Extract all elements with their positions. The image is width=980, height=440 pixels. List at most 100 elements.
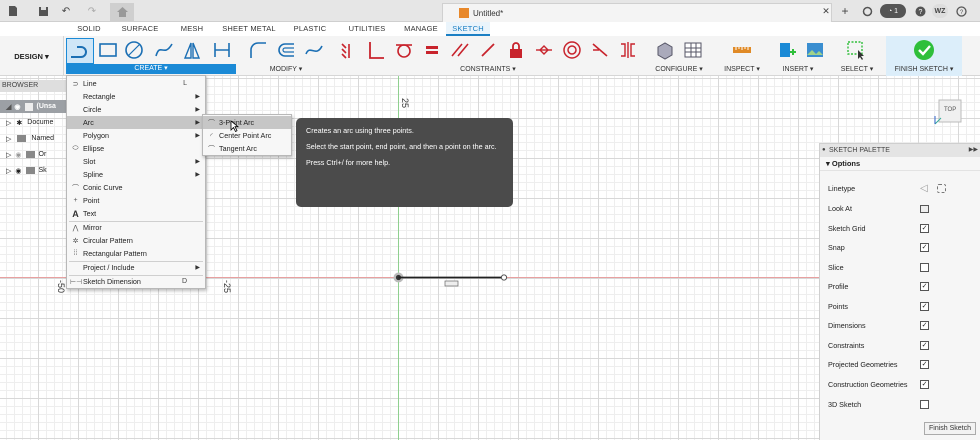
tab-sketch[interactable]: SKETCH	[446, 22, 490, 36]
collinear-constraint-button[interactable]	[590, 40, 610, 60]
construction-geometries-checkbox[interactable]: ✓	[920, 380, 929, 389]
browser-item-root[interactable]: ◢ ◉ (Unsa	[0, 100, 66, 113]
insert-dropdown[interactable]: INSERT ▾	[774, 65, 822, 73]
tab-surface[interactable]: SURFACE	[112, 22, 168, 36]
expand-icon[interactable]: ▷	[6, 135, 11, 143]
notifications-badge[interactable]: ◔ 1	[880, 4, 906, 18]
projected-geometries-checkbox[interactable]: ✓	[920, 360, 929, 369]
menu-item-project-include[interactable]: Project / Include ▶	[67, 261, 205, 274]
configure-button[interactable]	[655, 40, 675, 60]
points-checkbox[interactable]: ✓	[920, 302, 929, 311]
menu-item-polygon[interactable]: Polygon ▶	[67, 129, 205, 142]
3d-sketch-checkbox[interactable]	[920, 400, 929, 409]
menu-item-point[interactable]: + Point	[67, 194, 205, 207]
menu-item-ellipse[interactable]: ⬭ Ellipse	[67, 142, 205, 155]
expand-icon[interactable]: ▷	[6, 119, 11, 127]
configure-dropdown[interactable]: CONFIGURE ▾	[650, 65, 708, 73]
collapse-icon[interactable]: ●	[822, 144, 826, 157]
palette-finish-sketch-button[interactable]: Finish Sketch	[924, 422, 976, 435]
menu-item-circle[interactable]: Circle ▶	[67, 103, 205, 116]
tab-utilities[interactable]: UTILITIES	[338, 22, 396, 36]
menu-item-rectangular-pattern[interactable]: ⁞⁞ Rectangular Pattern	[67, 247, 205, 260]
dimensions-checkbox[interactable]: ✓	[920, 321, 929, 330]
options-section[interactable]: ▾ Options	[820, 157, 980, 171]
concentric-constraint-button[interactable]	[562, 40, 582, 60]
help-circle-icon[interactable]: ?	[954, 4, 968, 18]
constraints-dropdown[interactable]: CONSTRAINTS ▾	[450, 65, 526, 73]
menu-item-sketch-dimension[interactable]: ⊢⊣ Sketch Dimension D	[67, 275, 205, 288]
slice-checkbox[interactable]	[920, 263, 929, 272]
insert-derive-button[interactable]	[777, 40, 797, 60]
save-icon[interactable]	[36, 4, 50, 18]
select-dropdown[interactable]: SELECT ▾	[834, 65, 880, 73]
rectangle-tool-button[interactable]	[98, 40, 118, 60]
tab-plastic[interactable]: PLASTIC	[282, 22, 338, 36]
expand-icon[interactable]: ◢	[6, 103, 11, 111]
tab-solid[interactable]: SOLID	[66, 22, 112, 36]
user-avatar[interactable]: WZ	[932, 4, 948, 18]
tab-manage[interactable]: MANAGE	[396, 22, 446, 36]
browser-item-named-views[interactable]: ▷ Named	[0, 132, 66, 145]
home-icon[interactable]	[110, 3, 134, 21]
redo-icon[interactable]: ↷	[84, 4, 100, 18]
menu-item-spline[interactable]: Spline ▶	[67, 168, 205, 181]
horizontal-vertical-constraint-button[interactable]	[478, 40, 498, 60]
file-menu-icon[interactable]	[6, 4, 20, 18]
menu-item-line[interactable]: ⊃ Line L	[67, 77, 205, 90]
create-dropdown[interactable]: CREATE ▾	[66, 64, 236, 74]
section-collapse-icon[interactable]: ▾	[826, 159, 830, 168]
help-icon[interactable]: ?	[914, 4, 926, 18]
symmetry-constraint-button[interactable]	[618, 40, 638, 60]
centerline-linetype-icon[interactable]	[937, 184, 946, 193]
fix-constraint-button[interactable]	[506, 40, 526, 60]
eye-icon[interactable]: ◉	[15, 167, 21, 175]
construction-linetype-icon[interactable]: ◁	[920, 183, 928, 194]
mirror-tool-button[interactable]	[182, 40, 202, 60]
expand-panel-icon[interactable]: ▶▶	[969, 144, 978, 157]
insert-image-button[interactable]	[805, 40, 825, 60]
expand-icon[interactable]: ▷	[6, 151, 11, 159]
menu-item-conic-curve[interactable]: ⌒ Conic Curve	[67, 181, 205, 194]
perpendicular-constraint-button[interactable]	[366, 40, 386, 60]
select-button[interactable]	[846, 40, 866, 60]
calendar-look-at-icon[interactable]	[920, 204, 929, 213]
trim-tool-button[interactable]	[304, 40, 324, 60]
menu-item-arc[interactable]: Arc ▶	[67, 116, 205, 129]
job-status-icon[interactable]	[860, 4, 874, 18]
offset-tool-button[interactable]	[276, 40, 296, 60]
parallel-constraint-button[interactable]	[450, 40, 470, 60]
undo-icon[interactable]: ↶	[58, 4, 74, 18]
view-cube[interactable]: TOP	[933, 98, 965, 126]
menu-item-rectangle[interactable]: Rectangle ▶	[67, 90, 205, 103]
palette-header[interactable]: ● SKETCH PALETTE ▶▶	[820, 144, 980, 157]
browser-item-origin[interactable]: ▷ ◉ Or	[0, 148, 66, 161]
constraints-checkbox[interactable]: ✓	[920, 341, 929, 350]
browser-item-sketches[interactable]: ▷ ◉ Sk	[0, 164, 66, 177]
menu-item-text[interactable]: A Text	[67, 207, 205, 220]
menu-item-mirror[interactable]: ⋀ Mirror	[67, 221, 205, 234]
equal-constraint-button[interactable]	[422, 40, 442, 60]
line-endpoint[interactable]	[500, 274, 508, 281]
line-tool-button[interactable]	[66, 38, 94, 64]
circle-tool-button[interactable]	[124, 40, 144, 60]
midpoint-constraint-button[interactable]	[534, 40, 554, 60]
eye-icon[interactable]: ◉	[15, 151, 21, 159]
profile-checkbox[interactable]: ✓	[920, 282, 929, 291]
expand-icon[interactable]: ▷	[6, 167, 11, 175]
inspect-dropdown[interactable]: INSPECT ▾	[718, 65, 766, 73]
sketch-line[interactable]	[390, 268, 512, 288]
coincident-constraint-button[interactable]	[338, 40, 358, 60]
eye-icon[interactable]: ◉	[14, 103, 20, 111]
fillet-tool-button[interactable]	[248, 40, 268, 60]
finish-sketch-button[interactable]: FINISH SKETCH ▾	[886, 36, 962, 76]
close-tab-icon[interactable]: ✕	[820, 4, 832, 18]
document-tab[interactable]: Untitled*	[442, 3, 832, 22]
tab-sheet-metal[interactable]: SHEET METAL	[216, 22, 282, 36]
menu-item-circular-pattern[interactable]: ✲ Circular Pattern	[67, 234, 205, 247]
snap-checkbox[interactable]: ✓	[920, 243, 929, 252]
configure-table-button[interactable]	[683, 40, 703, 60]
measure-button[interactable]	[732, 40, 752, 60]
tangent-constraint-button[interactable]	[394, 40, 414, 60]
menu-item-slot[interactable]: Slot ▶	[67, 155, 205, 168]
modify-dropdown[interactable]: MODIFY ▾	[256, 65, 316, 73]
